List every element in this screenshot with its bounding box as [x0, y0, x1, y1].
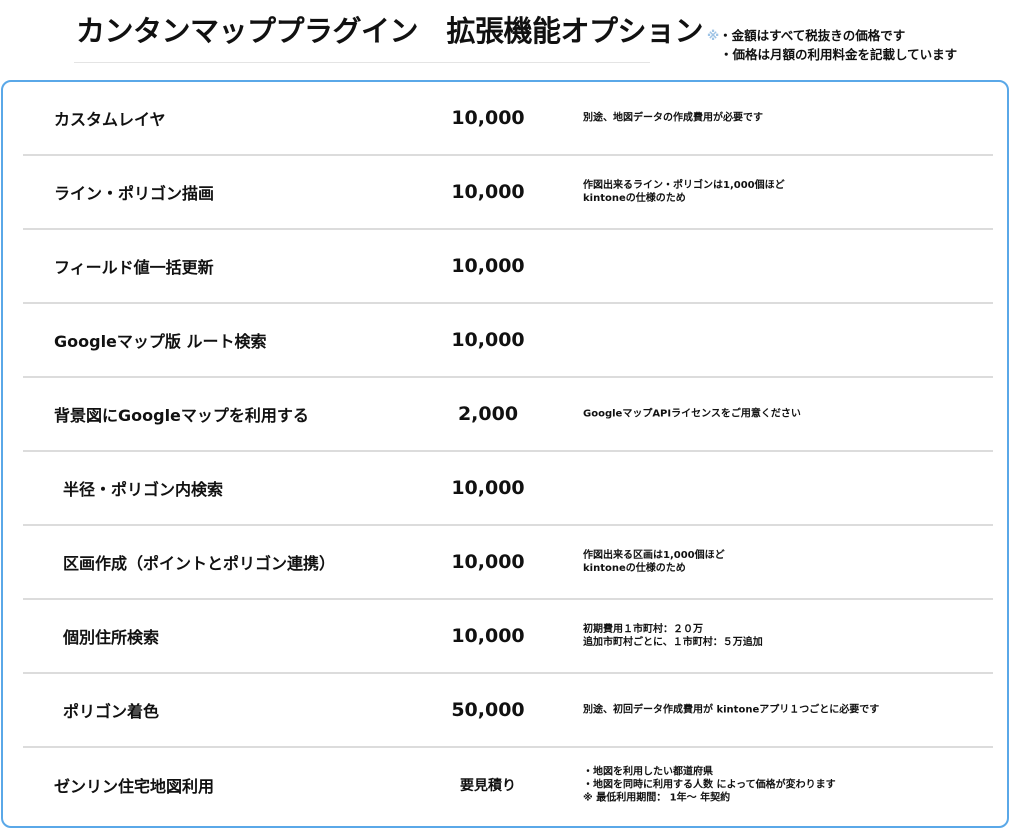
- option-price: 10,000: [451, 181, 525, 203]
- option-price: 10,000: [451, 107, 525, 129]
- option-description: 作図出来る区画は1,000個ほど kintoneの仕様のため: [583, 549, 725, 575]
- option-name: Googleマップ版 ルート検索: [54, 332, 267, 351]
- option-description-line: 追加市町村ごとに、１市町村：５万追加: [583, 637, 763, 648]
- option-name: 半径・ポリゴン内検索: [63, 480, 224, 499]
- option-row-custom-layer: カスタムレイヤ 10,000 別途、地図データの作成費用が必要です: [23, 82, 993, 156]
- option-price: 2,000: [457, 403, 519, 425]
- option-name: ゼンリン住宅地図利用: [54, 777, 215, 796]
- note-line-2: ・価格は月額の利用料金を記載しています: [720, 47, 958, 62]
- option-name: カスタムレイヤ: [54, 110, 166, 129]
- option-row-field-bulk-update: フィールド値一括更新 10,000: [23, 230, 993, 304]
- option-name: 個別住所検索: [63, 628, 160, 647]
- option-description-line: ※ 最低利用期間： 1年〜 年契約: [583, 792, 731, 804]
- option-description-line: ・地図を利用したい都道府県: [583, 766, 713, 778]
- option-description-line: kintoneの仕様のため: [583, 193, 686, 204]
- note-line-1: ・金額はすべて税抜きの価格です: [719, 28, 906, 43]
- price-note-1: ※・金額はすべて税抜きの価格です: [707, 26, 957, 45]
- option-description: 別途、地図データの作成費用が必要です: [583, 112, 763, 125]
- option-description: 初期費用１市町村：２０万 追加市町村ごとに、１市町村：５万追加: [583, 623, 763, 649]
- option-description-line: 作図出来るライン・ポリゴンは1,000個ほど: [583, 180, 785, 191]
- option-description: 作図出来るライン・ポリゴンは1,000個ほど kintoneの仕様のため: [583, 179, 785, 205]
- page-title: カンタンマッププラグイン 拡張機能オプション: [76, 14, 704, 48]
- option-description-line: GoogleマップAPIライセンスをご用意ください: [583, 408, 801, 420]
- option-price: 50,000: [451, 699, 525, 721]
- price-note-2: ・価格は月額の利用料金を記載しています: [707, 45, 957, 64]
- option-price: 10,000: [451, 329, 525, 351]
- option-description-line: 別途、地図データの作成費用が必要です: [583, 112, 763, 124]
- option-row-google-route-search: Googleマップ版 ルート検索 10,000: [23, 304, 993, 378]
- option-row-polygon-coloring: ポリゴン着色 50,000 別途、初回データ作成費用が kintoneアプリ１つ…: [23, 674, 993, 748]
- option-price: 10,000: [451, 625, 525, 647]
- price-notes: ※・金額はすべて税抜きの価格です ・価格は月額の利用料金を記載しています: [707, 26, 957, 64]
- option-row-google-background: 背景図にGoogleマップを利用する 2,000 GoogleマップAPIライセ…: [23, 378, 993, 452]
- options-table: カスタムレイヤ 10,000 別途、地図データの作成費用が必要です ライン・ポリ…: [1, 80, 1009, 828]
- option-name: 区画作成（ポイントとポリゴン連携）: [63, 554, 336, 573]
- option-description-line: 初期費用１市町村：２０万: [583, 624, 703, 635]
- option-name: 背景図にGoogleマップを利用する: [54, 406, 309, 425]
- option-row-radius-polygon-search: 半径・ポリゴン内検索 10,000: [23, 452, 993, 526]
- option-name: フィールド値一括更新: [54, 258, 214, 277]
- option-price: 要見積り: [460, 778, 516, 794]
- option-description: ・地図を利用したい都道府県 ・地図を同時に利用する人数 によって価格が変わります…: [583, 766, 836, 805]
- option-row-line-polygon-draw: ライン・ポリゴン描画 10,000 作図出来るライン・ポリゴンは1,000個ほど…: [23, 156, 993, 230]
- title-divider: [74, 62, 650, 63]
- option-description-line: 作図出来る区画は1,000個ほど: [583, 550, 725, 561]
- option-description-line: 別途、初回データ作成費用が kintoneアプリ１つごとに必要です: [583, 704, 880, 716]
- option-description-line: kintoneの仕様のため: [583, 563, 686, 574]
- option-price: 10,000: [451, 255, 525, 277]
- note-mark: ※: [707, 28, 720, 43]
- pricing-page: カンタンマッププラグイン 拡張機能オプション ※・金額はすべて税抜きの価格です …: [0, 0, 1024, 832]
- option-row-zenrin-map: ゼンリン住宅地図利用 要見積り ・地図を利用したい都道府県 ・地図を同時に利用す…: [23, 748, 993, 822]
- option-row-address-search: 個別住所検索 10,000 初期費用１市町村：２０万 追加市町村ごとに、１市町村…: [23, 600, 993, 674]
- option-price: 10,000: [451, 551, 525, 573]
- option-name: ライン・ポリゴン描画: [54, 184, 215, 203]
- option-description: 別途、初回データ作成費用が kintoneアプリ１つごとに必要です: [583, 704, 879, 717]
- option-description: GoogleマップAPIライセンスをご用意ください: [583, 408, 801, 421]
- option-description-line: ・地図を同時に利用する人数 によって価格が変わります: [583, 779, 836, 791]
- option-row-parcel-creation: 区画作成（ポイントとポリゴン連携） 10,000 作図出来る区画は1,000個ほ…: [23, 526, 993, 600]
- option-name: ポリゴン着色: [63, 702, 160, 721]
- option-price: 10,000: [451, 477, 525, 499]
